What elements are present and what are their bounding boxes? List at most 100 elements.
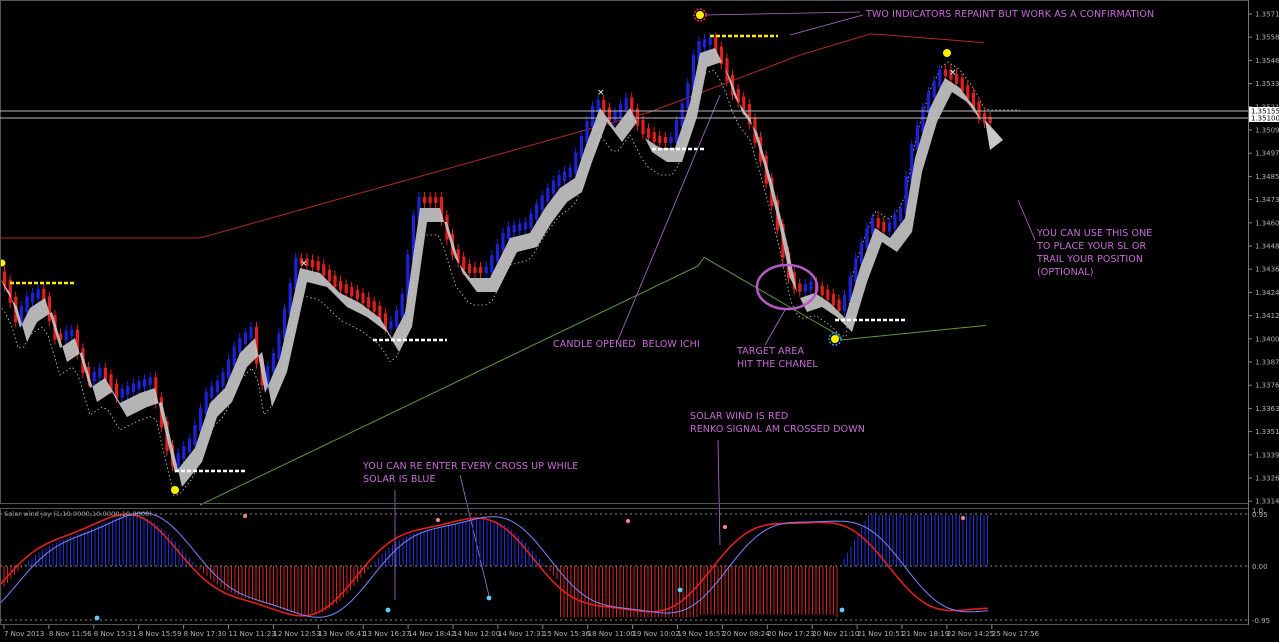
- trading-chart[interactable]: ××× 1.357101.355801.354601.353301.352101…: [0, 0, 1279, 642]
- candle-body: [529, 213, 533, 229]
- cross-down-dot: [243, 514, 247, 518]
- candle-body: [339, 281, 343, 291]
- time-tick-label: 19 Nov 10:02: [633, 630, 680, 638]
- candle-body: [47, 296, 51, 321]
- candle-body: [473, 267, 477, 273]
- candle-body: [557, 175, 561, 187]
- time-tick-label: 18 Nov 11:00: [588, 630, 635, 638]
- candle-body: [859, 242, 863, 264]
- renko-band-end: [985, 120, 1003, 150]
- time-tick-label: 14 Nov 12:00: [453, 630, 500, 638]
- candle-body: [204, 391, 208, 415]
- candle-body: [837, 299, 841, 311]
- candle-body: [708, 37, 712, 46]
- candle-body: [434, 197, 438, 203]
- candle-body: [70, 329, 74, 337]
- price-tick-label: 1.34485: [1255, 243, 1279, 251]
- time-tick-label: 19 Nov 16:57: [678, 630, 725, 638]
- candle-body: [652, 132, 656, 142]
- candle-body: [579, 135, 583, 159]
- annotation-stop-loss: YOU CAN USE THIS ONE TO PLACE YOUR SL OR…: [1037, 228, 1153, 278]
- candle-body: [316, 261, 320, 271]
- candle-body: [355, 289, 359, 300]
- candle-body: [518, 223, 522, 231]
- candle-body: [193, 425, 197, 445]
- candle-body: [271, 353, 275, 373]
- candle-body: [182, 446, 186, 459]
- candle-body: [585, 121, 589, 142]
- candle-body: [943, 69, 947, 76]
- annotation-pointer: [617, 94, 721, 341]
- cross-marker: ×: [597, 88, 605, 98]
- solar-wind-indicator: [0, 512, 989, 621]
- candle-body: [131, 383, 135, 393]
- candle-body: [462, 256, 466, 271]
- annotation-repaint: TWO INDICATORS REPAINT BUT WORK AS A CON…: [866, 9, 1155, 20]
- cross-down-dot: [436, 518, 440, 522]
- candle-body: [187, 439, 191, 452]
- candle-body: [882, 221, 886, 232]
- cross-up-dot: [385, 607, 391, 613]
- price-tick-label: 1.34240: [1255, 289, 1279, 297]
- candle-body: [871, 218, 875, 234]
- annotation-solar-red: SOLAR WIND IS RED RENKO SIGNAL AM CROSSE…: [690, 411, 865, 435]
- time-tick-label: 8 Nov 15:59: [139, 630, 182, 638]
- candle-body: [669, 137, 673, 143]
- candle-body: [658, 135, 662, 143]
- candle-body: [899, 207, 903, 221]
- candle-body: [574, 152, 578, 174]
- price-tick-label: 1.33760: [1255, 382, 1279, 390]
- cross-marker: ×: [949, 68, 957, 78]
- candle-body: [501, 233, 505, 251]
- annotation-candle-below-ichi: CANDLE OPENED BELOW ICHI: [553, 339, 700, 350]
- candle-body: [624, 97, 628, 111]
- indicator-tick-label: 0.00: [1252, 563, 1268, 571]
- candle-body: [893, 215, 897, 229]
- candle-body: [92, 371, 96, 382]
- candle-body: [876, 218, 880, 228]
- time-tick-label: 20 Nov 08:24: [722, 630, 770, 638]
- candle-body: [395, 310, 399, 328]
- candle-body: [372, 301, 376, 312]
- time-tick-label: 20 Nov 17:23: [767, 630, 814, 638]
- time-tick-label: 8 Nov 17:30: [184, 630, 227, 638]
- candle-body: [680, 103, 684, 127]
- candle-body: [843, 295, 847, 311]
- candle-body: [148, 377, 152, 386]
- time-tick-label: 7 Nov 2013: [4, 630, 44, 638]
- candle-body: [428, 197, 432, 203]
- candle-body: [484, 266, 488, 273]
- cross-marker: ×: [300, 259, 308, 269]
- candle-body: [36, 288, 40, 299]
- time-tick-label: 11 Nov 11:23: [229, 630, 276, 638]
- candle-body: [591, 106, 595, 127]
- candle-body: [479, 267, 483, 273]
- candle-body: [798, 283, 802, 292]
- candle-body: [199, 408, 203, 431]
- price-tick-label: 1.35330: [1255, 80, 1279, 88]
- annotation-reenter: YOU CAN RE ENTER EVERY CROSS UP WHILE SO…: [363, 461, 579, 485]
- candle-body: [350, 287, 354, 296]
- candle-body: [277, 333, 281, 360]
- candle-body: [176, 453, 180, 466]
- price-tick-label: 1.33635: [1255, 405, 1279, 413]
- price-tick-label: 1.33510: [1255, 428, 1279, 436]
- candle-body: [675, 120, 679, 143]
- annotation-pointer: [459, 474, 491, 601]
- candle-body: [238, 338, 242, 353]
- candle-body: [507, 226, 511, 239]
- candle-body: [831, 293, 835, 306]
- candle-body: [221, 372, 225, 387]
- annotation-pointer: [1017, 199, 1036, 241]
- candle-body: [865, 227, 869, 249]
- candle-body: [966, 85, 970, 99]
- indicator-tick-label: -0.95: [1252, 617, 1270, 625]
- price-tick-label: 1.33390: [1255, 451, 1279, 459]
- time-tick-label: 15 Nov 15:36: [543, 630, 591, 638]
- candle-body: [423, 197, 427, 203]
- candle-body: [523, 222, 527, 230]
- candle-body: [932, 80, 936, 98]
- candle-body: [327, 269, 331, 282]
- time-tick-label: 13 Nov 16:37: [363, 630, 410, 638]
- time-tick-label: 8 Nov 11:56: [49, 630, 92, 638]
